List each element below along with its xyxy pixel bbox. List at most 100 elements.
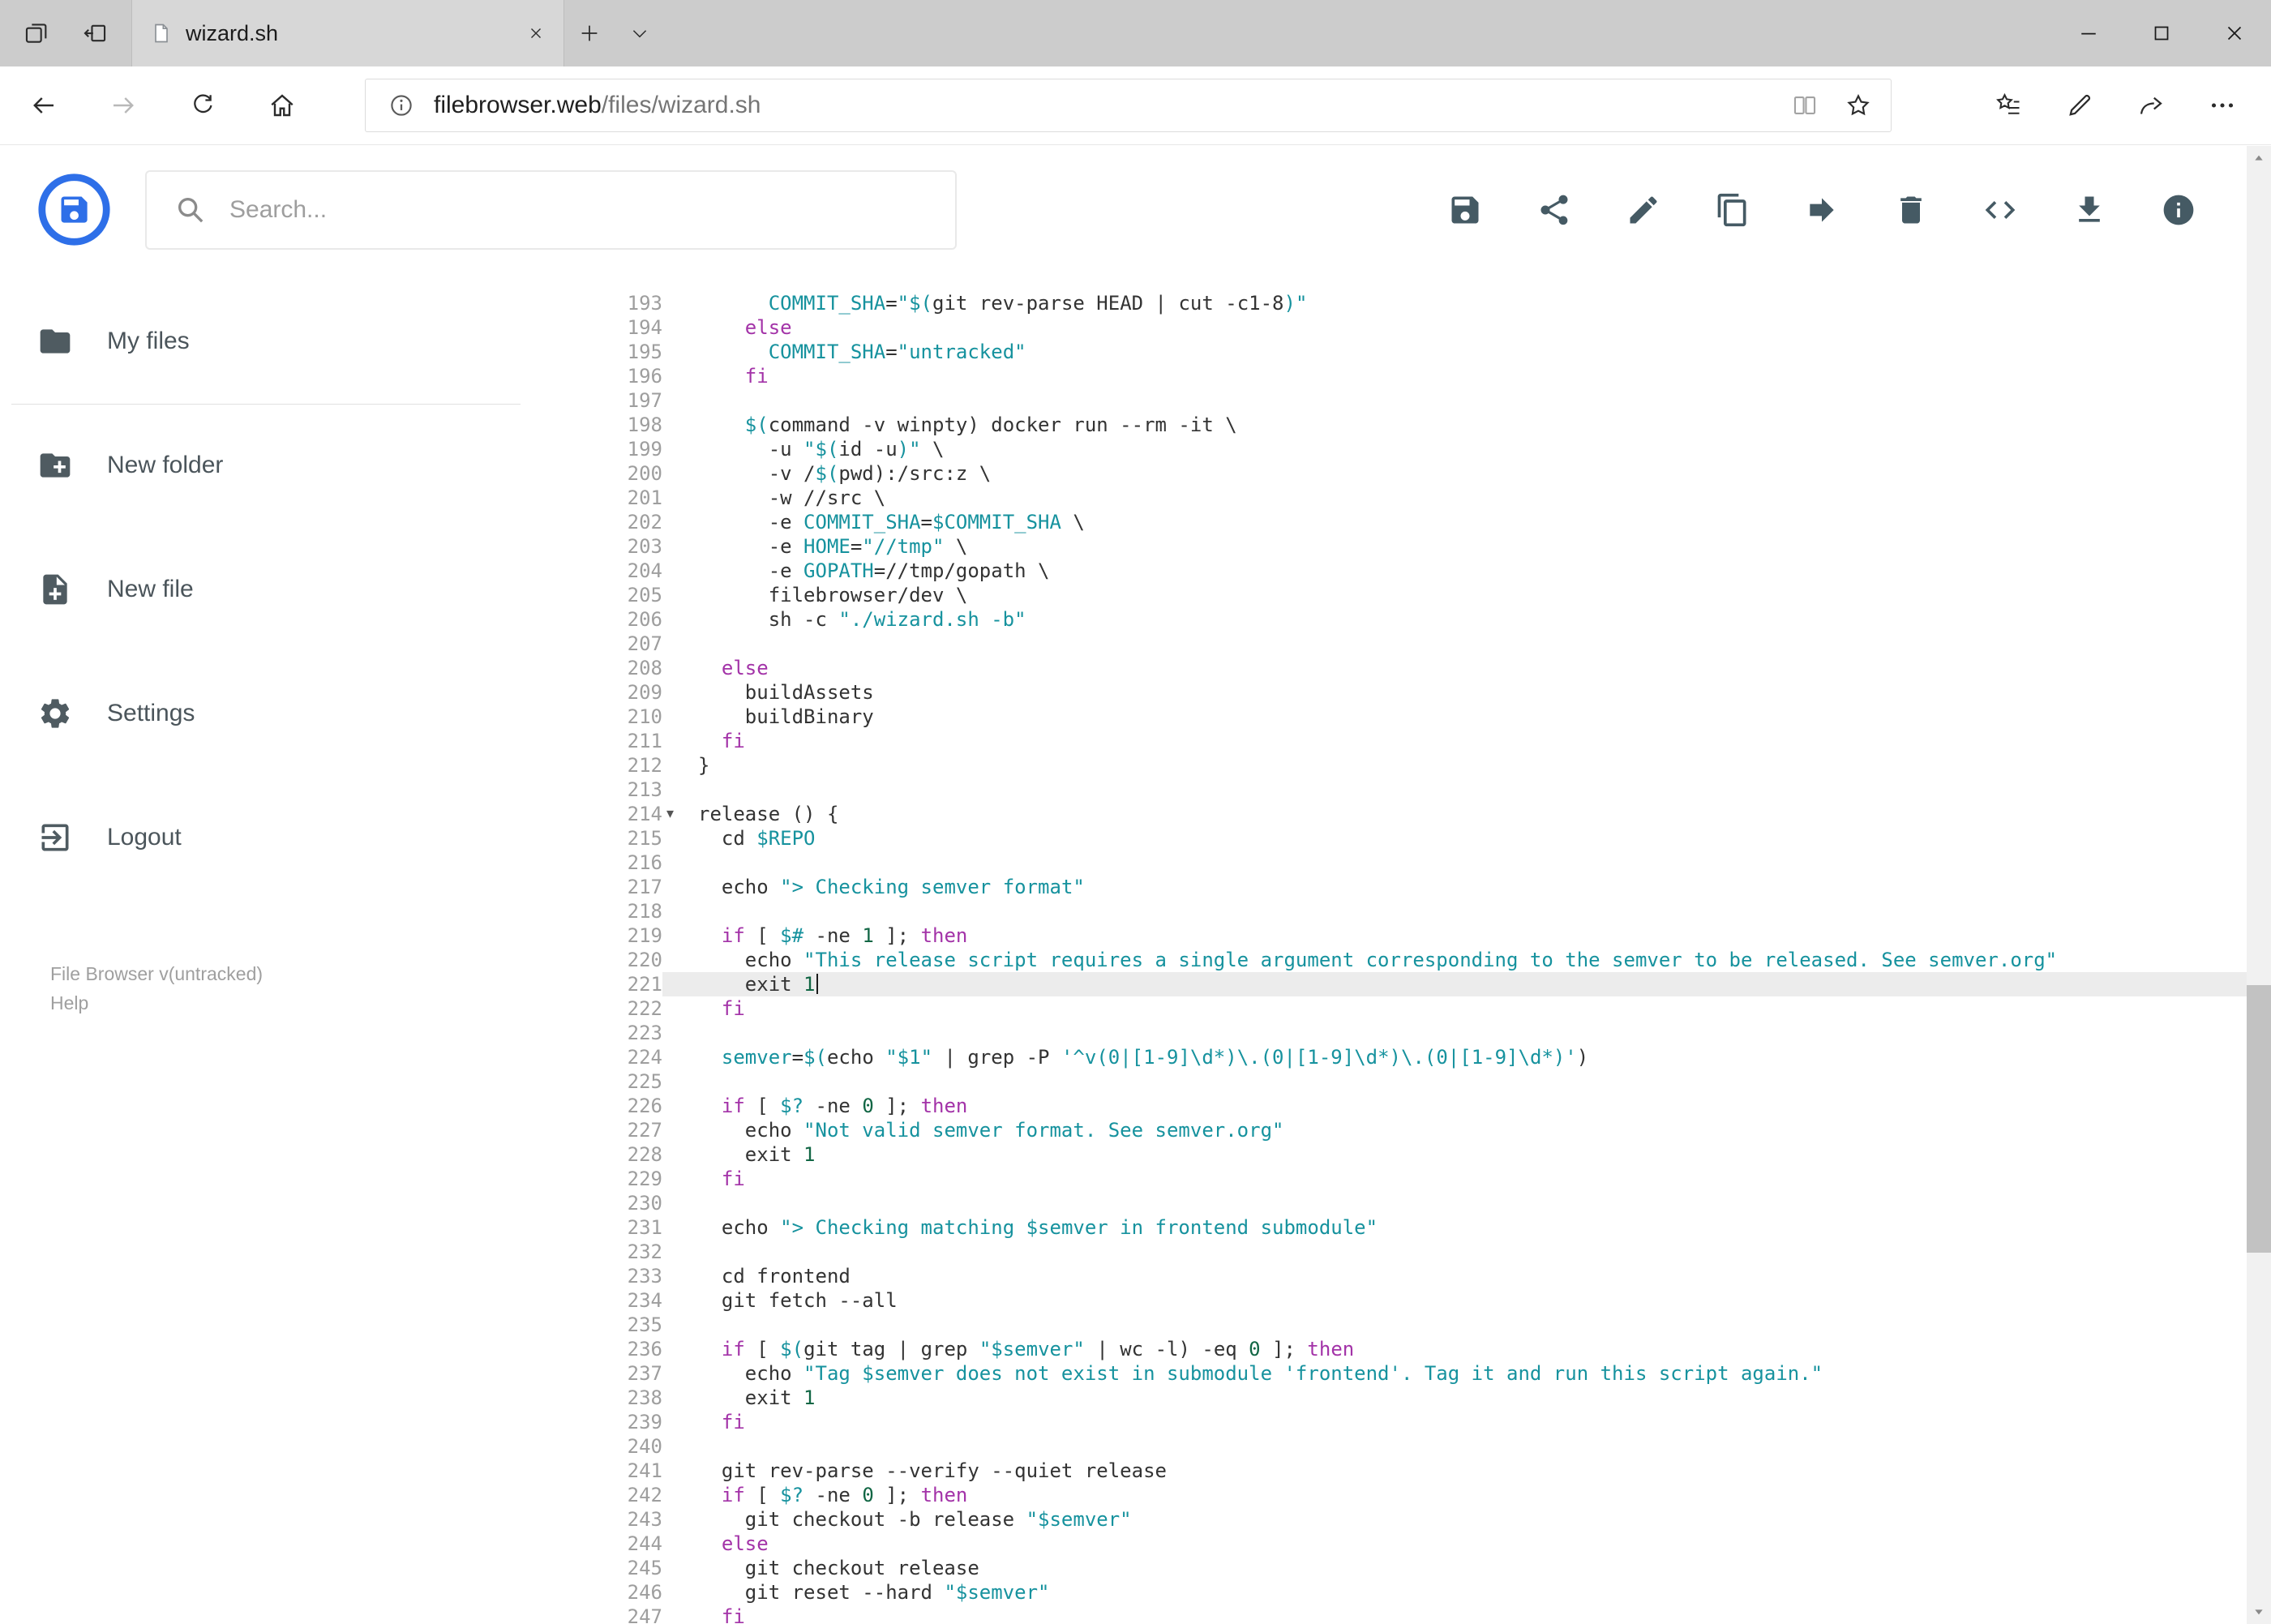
code-line[interactable]: 199 -u "$(id -u)" \	[529, 437, 2247, 461]
code-line[interactable]: 193 COMMIT_SHA="$(git rev-parse HEAD | c…	[529, 291, 2247, 315]
code-line[interactable]: 228 exit 1	[529, 1142, 2247, 1167]
address-bar[interactable]: filebrowser.web/files/wizard.sh	[365, 79, 1892, 132]
sidebar-item-new-folder[interactable]: New folder	[0, 443, 529, 488]
site-info-icon[interactable]	[380, 92, 422, 119]
code-line[interactable]: 202 -e COMMIT_SHA=$COMMIT_SHA \	[529, 510, 2247, 534]
code-line[interactable]: 230	[529, 1191, 2247, 1215]
code-area[interactable]: 193 COMMIT_SHA="$(git rev-parse HEAD | c…	[529, 273, 2247, 1624]
save-button[interactable]	[1446, 191, 1485, 229]
hub-favorites-icon[interactable]	[1973, 91, 2044, 120]
code-line[interactable]: 227 echo "Not valid semver format. See s…	[529, 1118, 2247, 1142]
fold-marker-icon[interactable]: ▾	[666, 802, 674, 826]
close-window-button[interactable]	[2198, 0, 2271, 66]
code-line[interactable]: 215 cd $REPO	[529, 826, 2247, 851]
code-line[interactable]: 226 if [ $? -ne 0 ]; then	[529, 1094, 2247, 1118]
download-button[interactable]	[2070, 191, 2109, 229]
code-line[interactable]: 231 echo "> Checking matching $semver in…	[529, 1215, 2247, 1240]
new-tab-button[interactable]	[564, 0, 615, 66]
code-line[interactable]: 208 else	[529, 656, 2247, 680]
code-line[interactable]: 213	[529, 778, 2247, 802]
code-line[interactable]: 209 buildAssets	[529, 680, 2247, 705]
code-line[interactable]: 201 -w //src \	[529, 486, 2247, 510]
code-line[interactable]: 242 if [ $? -ne 0 ]; then	[529, 1483, 2247, 1507]
code-line[interactable]: 195 COMMIT_SHA="untracked"	[529, 340, 2247, 364]
code-line[interactable]: 218	[529, 899, 2247, 923]
code-line[interactable]: 234 git fetch --all	[529, 1288, 2247, 1313]
favorite-star-icon[interactable]	[1837, 92, 1879, 119]
more-options-icon[interactable]	[2187, 91, 2258, 120]
help-link[interactable]: Help	[50, 988, 529, 1018]
code-line[interactable]: 196 fi	[529, 364, 2247, 388]
code-line[interactable]: 210 buildBinary	[529, 705, 2247, 729]
back-button[interactable]	[4, 66, 84, 144]
code-line[interactable]: 247 fi	[529, 1605, 2247, 1624]
move-button[interactable]	[1802, 191, 1841, 229]
code-line[interactable]: 212}	[529, 753, 2247, 778]
sidebar-item-logout[interactable]: Logout	[0, 815, 529, 860]
info-button[interactable]	[2159, 191, 2198, 229]
browser-tab[interactable]: wizard.sh	[131, 0, 564, 66]
code-line[interactable]: 221 exit 1	[529, 972, 2247, 996]
code-line[interactable]: 224 semver=$(echo "$1" | grep -P '^v(0|[…	[529, 1045, 2247, 1069]
code-line[interactable]: 220 echo "This release script requires a…	[529, 948, 2247, 972]
code-line[interactable]: 206 sh -c "./wizard.sh -b"	[529, 607, 2247, 632]
code-line[interactable]: 198 $(command -v winpty) docker run --rm…	[529, 413, 2247, 437]
forward-button[interactable]	[84, 66, 163, 144]
code-line[interactable]: 245 git checkout release	[529, 1556, 2247, 1580]
search-input[interactable]	[228, 195, 880, 225]
code-line[interactable]: 200 -v /$(pwd):/src:z \	[529, 461, 2247, 486]
copy-button[interactable]	[1713, 191, 1752, 229]
refresh-button[interactable]	[163, 66, 242, 144]
tab-close-icon[interactable]	[526, 24, 546, 43]
code-line[interactable]: 225	[529, 1069, 2247, 1094]
share-icon[interactable]	[2115, 91, 2187, 120]
scrollbar-thumb[interactable]	[2247, 985, 2271, 1253]
code-line[interactable]: 239 fi	[529, 1410, 2247, 1434]
code-line[interactable]: 216	[529, 851, 2247, 875]
code-line[interactable]: 236 if [ $(git tag | grep "$semver" | wc…	[529, 1337, 2247, 1361]
code-line[interactable]: 194 else	[529, 315, 2247, 340]
tab-stack-icon[interactable]	[11, 0, 62, 66]
tab-preview-chevron-icon[interactable]	[615, 0, 665, 66]
code-line[interactable]: 229 fi	[529, 1167, 2247, 1191]
code-line[interactable]: 222 fi	[529, 996, 2247, 1021]
sidebar-item-new-file[interactable]: New file	[0, 567, 529, 612]
code-line[interactable]: 237 echo "Tag $semver does not exist in …	[529, 1361, 2247, 1386]
code-line[interactable]: 219 if [ $# -ne 1 ]; then	[529, 923, 2247, 948]
code-line[interactable]: 235	[529, 1313, 2247, 1337]
code-line[interactable]: 233 cd frontend	[529, 1264, 2247, 1288]
code-line[interactable]: 205 filebrowser/dev \	[529, 583, 2247, 607]
code-line[interactable]: 203 -e HOME="//tmp" \	[529, 534, 2247, 559]
code-line[interactable]: 197	[529, 388, 2247, 413]
sidebar-item-settings[interactable]: Settings	[0, 691, 529, 736]
tabs-aside-icon[interactable]	[70, 0, 120, 66]
code-line[interactable]: 211 fi	[529, 729, 2247, 753]
share-file-button[interactable]	[1535, 191, 1574, 229]
code-line[interactable]: 207	[529, 632, 2247, 656]
code-line[interactable]: 240	[529, 1434, 2247, 1459]
code-line[interactable]: 238 exit 1	[529, 1386, 2247, 1410]
home-button[interactable]	[242, 66, 322, 144]
search-box[interactable]	[145, 169, 957, 250]
code-view-button[interactable]	[1981, 191, 2020, 229]
reading-view-icon[interactable]	[1784, 92, 1826, 119]
code-line[interactable]: 246 git reset --hard "$semver"	[529, 1580, 2247, 1605]
page-scrollbar[interactable]	[2247, 146, 2271, 1624]
web-note-pen-icon[interactable]	[2044, 91, 2115, 120]
delete-button[interactable]	[1892, 191, 1930, 229]
code-line[interactable]: 243 git checkout -b release "$semver"	[529, 1507, 2247, 1532]
url-text[interactable]: filebrowser.web/files/wizard.sh	[434, 92, 1772, 119]
edit-button[interactable]	[1624, 191, 1663, 229]
code-line[interactable]: 223	[529, 1021, 2247, 1045]
code-line[interactable]: 241 git rev-parse --verify --quiet relea…	[529, 1459, 2247, 1483]
code-line[interactable]: 217 echo "> Checking semver format"	[529, 875, 2247, 899]
code-line[interactable]: 214 ▾ release () {	[529, 802, 2247, 826]
scroll-up-arrow-icon[interactable]	[2247, 146, 2271, 170]
code-line[interactable]: 244 else	[529, 1532, 2247, 1556]
maximize-button[interactable]	[2125, 0, 2198, 66]
code-line[interactable]: 204 -e GOPATH=//tmp/gopath \	[529, 559, 2247, 583]
code-line[interactable]: 232	[529, 1240, 2247, 1264]
minimize-button[interactable]	[2052, 0, 2125, 66]
sidebar-item-my-files[interactable]: My files	[0, 319, 529, 364]
file-browser-logo[interactable]	[36, 172, 112, 247]
